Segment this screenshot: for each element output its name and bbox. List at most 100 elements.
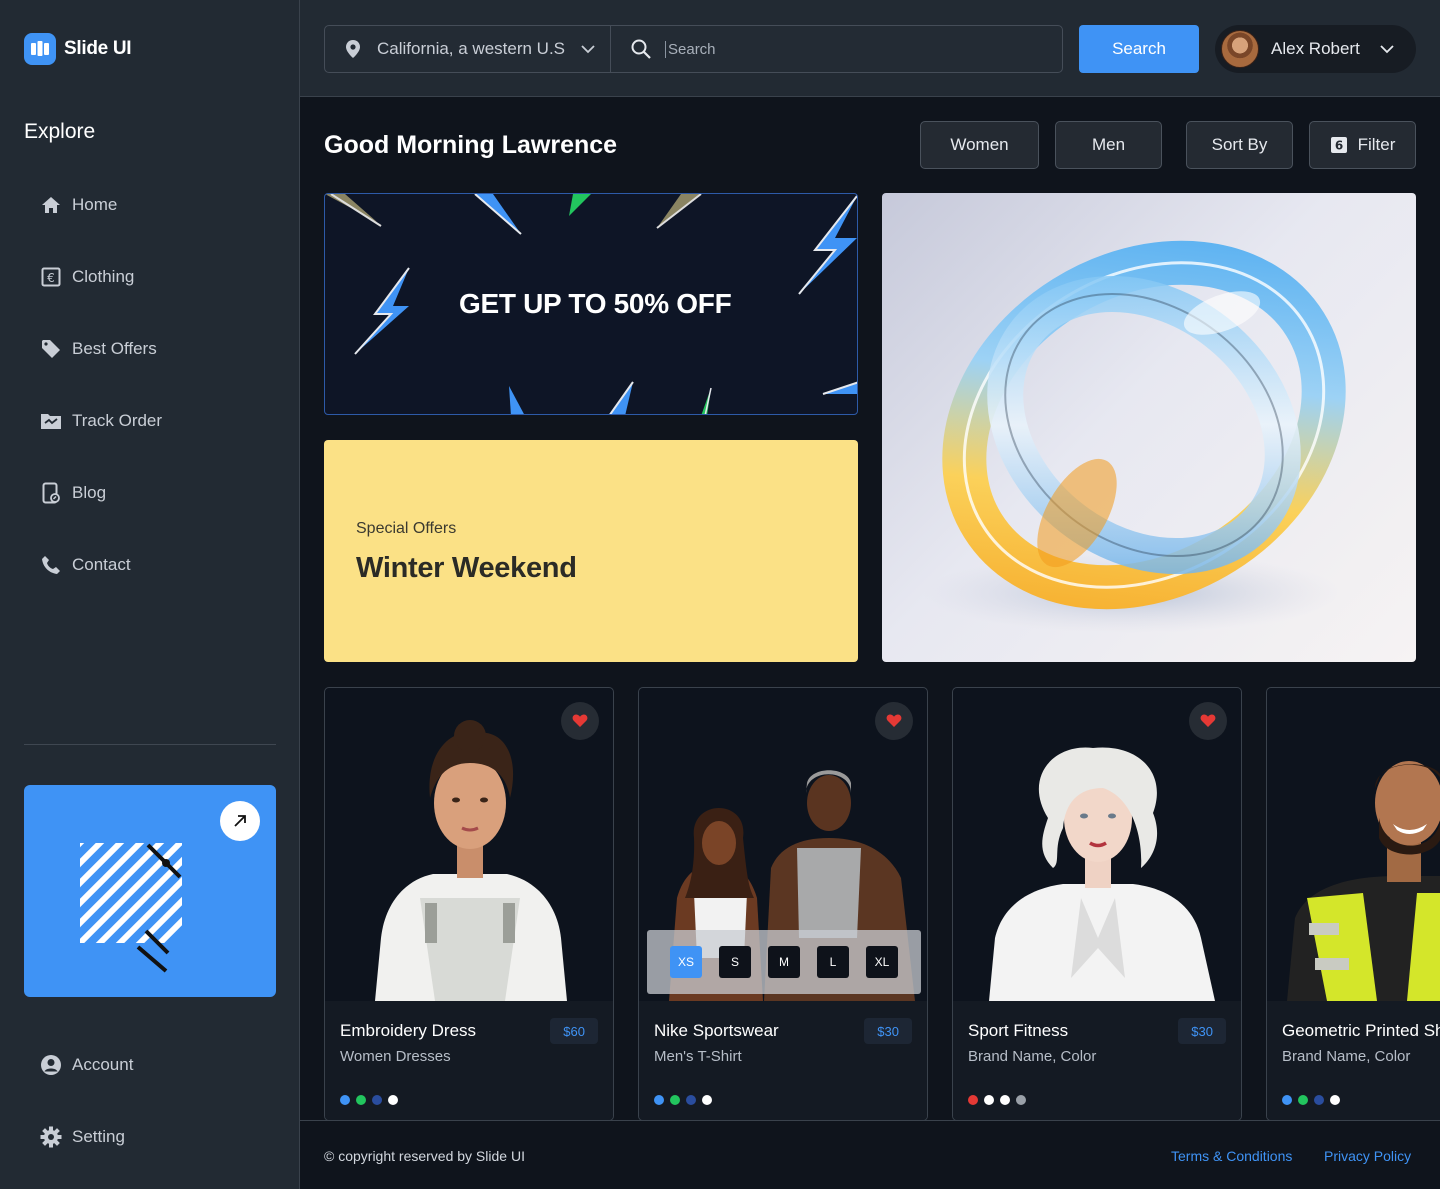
filter-button[interactable]: 6 Filter xyxy=(1309,121,1416,169)
color-swatch[interactable] xyxy=(1314,1095,1324,1105)
product-info: Nike Sportswear $30 Men's T-Shirt xyxy=(639,1001,927,1120)
footer: © copyright reserved by Slide UI Terms &… xyxy=(300,1120,1440,1189)
size-option-xl[interactable]: XL xyxy=(866,946,898,978)
sidebar-item-account[interactable]: Account xyxy=(40,1047,133,1083)
location-select[interactable]: California, a western U.S xyxy=(325,26,611,72)
tag-icon xyxy=(40,338,62,360)
glass-ring-banner[interactable] xyxy=(882,193,1416,662)
app-logo[interactable]: Slide UI xyxy=(24,33,132,65)
heart-icon xyxy=(1200,714,1216,727)
phone-icon xyxy=(40,554,62,576)
product-name: Nike Sportswear xyxy=(654,1021,779,1040)
color-swatch[interactable] xyxy=(686,1095,696,1105)
men-filter-button[interactable]: Men xyxy=(1055,121,1162,169)
product-card[interactable]: Embroidery Dress $60 Women Dresses xyxy=(324,687,614,1121)
color-swatch[interactable] xyxy=(356,1095,366,1105)
location-value: California, a western U.S xyxy=(377,39,566,58)
section-title: Explore xyxy=(24,120,96,143)
sidebar-item-label: Setting xyxy=(72,1127,125,1146)
color-swatch[interactable] xyxy=(1016,1095,1026,1105)
user-circle-icon xyxy=(40,1054,62,1076)
app-name: Slide UI xyxy=(64,38,132,59)
product-card[interactable]: Geometric Printed Sh Brand Name, Color xyxy=(1266,687,1440,1121)
size-option-xs[interactable]: XS xyxy=(670,946,702,978)
product-info: Embroidery Dress $60 Women Dresses xyxy=(325,1001,613,1120)
tablet-blog-icon xyxy=(40,482,62,504)
avatar xyxy=(1221,30,1259,68)
sale-banner[interactable]: GET UP TO 50% OFF xyxy=(324,193,858,415)
search-input[interactable] xyxy=(665,40,1045,58)
logo-icon xyxy=(24,33,56,65)
color-swatches xyxy=(1282,1095,1340,1105)
sale-headline: GET UP TO 50% OFF xyxy=(459,288,732,319)
favorite-button[interactable] xyxy=(1189,702,1227,740)
women-filter-button[interactable]: Women xyxy=(920,121,1039,169)
special-offer-subtitle: Special Offers xyxy=(356,520,457,537)
privacy-link[interactable]: Privacy Policy xyxy=(1324,1148,1411,1164)
product-category: Women Dresses xyxy=(340,1048,451,1065)
sidebar-item-clothing[interactable]: € Clothing xyxy=(40,259,162,295)
arrow-up-right-icon xyxy=(234,815,246,827)
product-price: $30 xyxy=(864,1018,912,1044)
promo-card[interactable] xyxy=(24,785,276,997)
special-offer-title: Winter Weekend xyxy=(356,552,577,584)
color-swatch[interactable] xyxy=(372,1095,382,1105)
size-option-m[interactable]: M xyxy=(768,946,800,978)
copyright-text: © copyright reserved by Slide UI xyxy=(324,1148,525,1164)
sidebar-item-label: Best Offers xyxy=(72,339,157,358)
color-swatches xyxy=(654,1095,712,1105)
gear-icon xyxy=(40,1126,62,1148)
svg-text:€: € xyxy=(47,271,55,285)
sidebar-nav: Home € Clothing Best Offers Track Order … xyxy=(40,187,162,619)
chevron-down-icon xyxy=(581,44,595,53)
product-category: Brand Name, Color xyxy=(1282,1048,1411,1065)
product-card[interactable]: XS S M L XL Nike Sportswear $30 Men's T-… xyxy=(638,687,928,1121)
sidebar-item-contact[interactable]: Contact xyxy=(40,547,162,583)
color-swatch[interactable] xyxy=(1330,1095,1340,1105)
sidebar-item-label: Clothing xyxy=(72,267,135,286)
color-swatch[interactable] xyxy=(1000,1095,1010,1105)
search-bar: California, a western U.S xyxy=(324,25,1063,73)
man-safety-vest-photo xyxy=(1287,761,1440,1001)
color-swatch[interactable] xyxy=(340,1095,350,1105)
sidebar-item-label: Account xyxy=(72,1055,134,1074)
search-button[interactable]: Search xyxy=(1079,25,1199,73)
product-card[interactable]: Sport Fitness $30 Brand Name, Color xyxy=(952,687,1242,1121)
sidebar-bottom-nav: Account Setting xyxy=(40,1047,133,1189)
sidebar-item-blog[interactable]: Blog xyxy=(40,475,162,511)
sidebar-item-best-offers[interactable]: Best Offers xyxy=(40,331,162,367)
sidebar-item-home[interactable]: Home xyxy=(40,187,162,223)
color-swatch[interactable] xyxy=(1298,1095,1308,1105)
color-swatch[interactable] xyxy=(654,1095,664,1105)
product-name: Sport Fitness xyxy=(968,1021,1069,1040)
user-menu[interactable]: Alex Robert xyxy=(1215,25,1416,73)
sidebar-item-label: Track Order xyxy=(72,411,163,430)
product-name: Embroidery Dress xyxy=(340,1021,477,1040)
favorite-button[interactable] xyxy=(561,702,599,740)
sort-by-button[interactable]: Sort By xyxy=(1186,121,1293,169)
product-price: $30 xyxy=(1178,1018,1226,1044)
product-category: Men's T-Shirt xyxy=(654,1048,742,1065)
size-option-s[interactable]: S xyxy=(719,946,751,978)
sidebar-item-track-order[interactable]: Track Order xyxy=(40,403,162,439)
open-promo-button[interactable] xyxy=(220,801,260,841)
folder-track-icon xyxy=(40,410,62,432)
product-photo xyxy=(1267,688,1440,1001)
color-swatch[interactable] xyxy=(702,1095,712,1105)
chevron-down-icon xyxy=(1380,44,1394,53)
heart-icon xyxy=(572,714,588,727)
color-swatch[interactable] xyxy=(670,1095,680,1105)
special-offer-banner[interactable]: Special Offers Winter Weekend xyxy=(324,440,858,662)
color-swatch[interactable] xyxy=(968,1095,978,1105)
favorite-button[interactable] xyxy=(875,702,913,740)
size-option-l[interactable]: L xyxy=(817,946,849,978)
filter-icon: 6 xyxy=(1330,137,1347,153)
user-name: Alex Robert xyxy=(1271,39,1360,58)
sidebar-item-setting[interactable]: Setting xyxy=(40,1119,133,1155)
color-swatch[interactable] xyxy=(1282,1095,1292,1105)
color-swatch[interactable] xyxy=(388,1095,398,1105)
terms-link[interactable]: Terms & Conditions xyxy=(1171,1148,1292,1164)
product-info: Sport Fitness $30 Brand Name, Color xyxy=(953,1001,1241,1120)
sidebar: Slide UI Explore Home € Clothing Best Of… xyxy=(0,0,300,1189)
color-swatch[interactable] xyxy=(984,1095,994,1105)
